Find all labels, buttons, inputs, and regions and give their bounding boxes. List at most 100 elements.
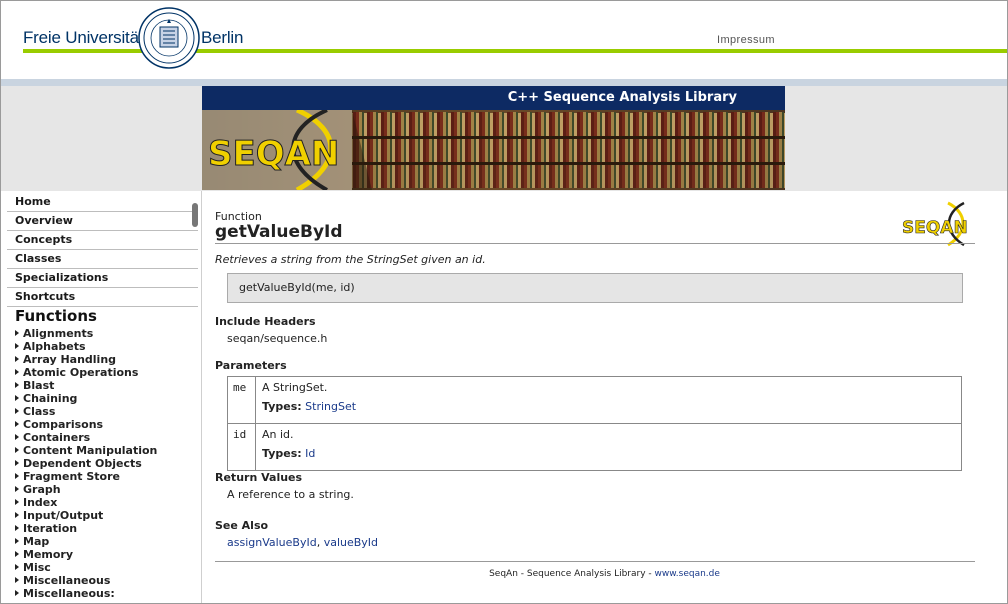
expand-triangle-icon bbox=[15, 473, 19, 479]
expand-triangle-icon bbox=[15, 369, 19, 375]
expand-triangle-icon bbox=[15, 460, 19, 466]
expand-triangle-icon bbox=[15, 343, 19, 349]
sidebar-item-label: Specializations bbox=[15, 271, 109, 284]
footer-divider bbox=[215, 561, 975, 562]
see-also-link[interactable]: valueById bbox=[324, 536, 378, 549]
type-link-stringset[interactable]: StringSet bbox=[305, 400, 356, 413]
see-also-link[interactable]: assignValueById bbox=[227, 536, 317, 549]
table-row: id An id. Types: Id bbox=[227, 423, 962, 471]
function-category-label: Miscellaneous: bbox=[23, 587, 115, 600]
function-category-item[interactable]: Misc bbox=[15, 561, 157, 574]
function-category-label: Input/Output bbox=[23, 509, 104, 522]
param-description: A StringSet. bbox=[262, 381, 328, 394]
function-category-item[interactable]: Alignments bbox=[15, 327, 157, 340]
browser-page: Freie Universität Berlin Impressum C++ S… bbox=[0, 0, 1008, 604]
function-category-label: Misc bbox=[23, 561, 51, 574]
function-category-item[interactable]: Input/Output bbox=[15, 509, 157, 522]
function-category-label: Alignments bbox=[23, 327, 94, 340]
expand-triangle-icon bbox=[15, 499, 19, 505]
see-also-links: assignValueById, valueById bbox=[227, 536, 378, 549]
function-category-item[interactable]: Class bbox=[15, 405, 157, 418]
banner-title-bar: C++ Sequence Analysis Library bbox=[202, 86, 785, 110]
function-category-item[interactable]: Blast bbox=[15, 379, 157, 392]
see-also-heading: See Also bbox=[215, 519, 269, 532]
expand-triangle-icon bbox=[15, 408, 19, 414]
function-category-label: Dependent Objects bbox=[23, 457, 142, 470]
function-category-item[interactable]: Graph bbox=[15, 483, 157, 496]
function-category-label: Miscellaneous bbox=[23, 574, 111, 587]
param-name: id bbox=[227, 423, 256, 471]
function-category-item[interactable]: Array Handling bbox=[15, 353, 157, 366]
function-category-label: Class bbox=[23, 405, 56, 418]
header-blue-line bbox=[1, 79, 1007, 86]
expand-triangle-icon bbox=[15, 577, 19, 583]
sidebar-item-classes[interactable]: Classes bbox=[7, 250, 198, 269]
function-category-item[interactable]: Content Manipulation bbox=[15, 444, 157, 457]
footer-text: SeqAn - Sequence Analysis Library - bbox=[489, 569, 655, 579]
sidebar-item-overview[interactable]: Overview bbox=[7, 212, 198, 231]
sidebar-item-label: Overview bbox=[15, 214, 73, 227]
function-category-label: Content Manipulation bbox=[23, 444, 158, 457]
return-values-heading: Return Values bbox=[215, 471, 303, 484]
seqan-logo-icon[interactable]: SEQAN bbox=[902, 199, 974, 247]
type-link-id[interactable]: Id bbox=[305, 447, 315, 460]
expand-triangle-icon bbox=[15, 330, 19, 336]
function-category-item[interactable]: Alphabets bbox=[15, 340, 157, 353]
include-header-value: seqan/sequence.h bbox=[227, 332, 328, 345]
functions-heading: Functions bbox=[15, 307, 97, 325]
param-types: Types: StringSet bbox=[262, 400, 955, 419]
function-category-label: Index bbox=[23, 496, 58, 509]
expand-triangle-icon bbox=[15, 395, 19, 401]
banner-title: C++ Sequence Analysis Library bbox=[507, 90, 737, 105]
function-category-item[interactable]: Containers bbox=[15, 431, 157, 444]
function-category-item[interactable]: Map bbox=[15, 535, 157, 548]
return-value-text: A reference to a string. bbox=[227, 488, 354, 501]
function-category-item[interactable]: Miscellaneous bbox=[15, 574, 157, 587]
sidebar-item-concepts[interactable]: Concepts bbox=[7, 231, 198, 250]
main-content: Function getValueById SEQAN Retrieves a … bbox=[202, 191, 1007, 603]
footer-link[interactable]: www.seqan.de bbox=[655, 569, 720, 579]
impressum-link[interactable]: Impressum bbox=[717, 34, 775, 46]
function-category-label: Atomic Operations bbox=[23, 366, 139, 379]
title-divider bbox=[215, 243, 975, 244]
expand-triangle-icon bbox=[15, 356, 19, 362]
expand-triangle-icon bbox=[15, 590, 19, 596]
function-category-label: Chaining bbox=[23, 392, 78, 405]
function-category-label: Memory bbox=[23, 548, 74, 561]
expand-triangle-icon bbox=[15, 512, 19, 518]
function-category-item[interactable]: Atomic Operations bbox=[15, 366, 157, 379]
expand-triangle-icon bbox=[15, 447, 19, 453]
sidebar-item-specializations[interactable]: Specializations bbox=[7, 269, 198, 288]
param-description-cell: A StringSet. Types: StringSet bbox=[255, 376, 962, 424]
function-summary: Retrieves a string from the StringSet gi… bbox=[215, 253, 486, 266]
function-category-item[interactable]: Comparisons bbox=[15, 418, 157, 431]
function-category-item[interactable]: Iteration bbox=[15, 522, 157, 535]
parameters-heading: Parameters bbox=[215, 359, 287, 372]
function-category-item[interactable]: Chaining bbox=[15, 392, 157, 405]
function-category-item[interactable]: Index bbox=[15, 496, 157, 509]
page-title: getValueById bbox=[215, 222, 343, 242]
seqan-logo-text: SEQAN bbox=[208, 134, 339, 174]
sidebar-item-home[interactable]: Home bbox=[7, 193, 198, 212]
function-category-label: Blast bbox=[23, 379, 55, 392]
sidebar-item-shortcuts[interactable]: Shortcuts bbox=[7, 288, 198, 307]
param-name: me bbox=[227, 376, 256, 424]
expand-triangle-icon bbox=[15, 434, 19, 440]
function-category-label: Map bbox=[23, 535, 50, 548]
library-shelves-image: SEQAN bbox=[202, 110, 785, 190]
expand-triangle-icon bbox=[15, 382, 19, 388]
function-category-item[interactable]: Memory bbox=[15, 548, 157, 561]
university-seal-icon[interactable] bbox=[138, 7, 200, 69]
university-header: Freie Universität Berlin Impressum bbox=[1, 1, 1007, 78]
sidebar: Home Overview Concepts Classes Specializ… bbox=[1, 191, 202, 603]
parameters-table: me A StringSet. Types: StringSet id An i… bbox=[227, 376, 962, 471]
function-category-label: Comparisons bbox=[23, 418, 104, 431]
sidebar-scrollbar[interactable] bbox=[192, 203, 198, 227]
function-category-item[interactable]: Miscellaneous: bbox=[15, 587, 157, 600]
function-category-label: Fragment Store bbox=[23, 470, 120, 483]
param-description-cell: An id. Types: Id bbox=[255, 423, 962, 471]
expand-triangle-icon bbox=[15, 564, 19, 570]
function-category-item[interactable]: Dependent Objects bbox=[15, 457, 157, 470]
param-description: An id. bbox=[262, 428, 294, 441]
function-category-item[interactable]: Fragment Store bbox=[15, 470, 157, 483]
